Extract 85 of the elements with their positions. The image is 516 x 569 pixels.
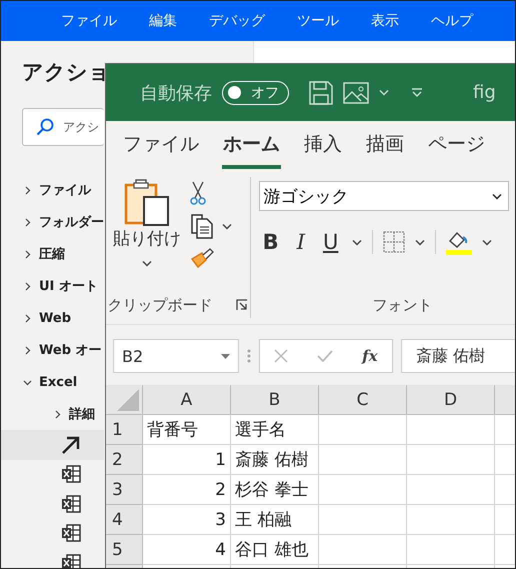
tree-item[interactable]: Web xyxy=(1,302,104,334)
save-icon[interactable] xyxy=(309,80,333,104)
table-cell: 斎藤 佑樹 xyxy=(231,445,319,475)
group-label: フォント xyxy=(372,296,432,314)
table-cell: 背番号 xyxy=(143,415,231,445)
dropdown-icon[interactable] xyxy=(221,354,230,358)
copy-icon[interactable] xyxy=(190,213,214,239)
column-header[interactable]: D xyxy=(407,385,495,415)
launcher-icon[interactable] xyxy=(236,299,248,311)
spreadsheet-icon xyxy=(61,465,81,484)
borders-icon[interactable] xyxy=(383,231,406,253)
tree-item[interactable]: 圧縮 xyxy=(1,238,104,270)
caret-icon[interactable] xyxy=(352,238,362,246)
menu-item[interactable]: デバッグ xyxy=(197,12,277,30)
paste-button[interactable]: 貼り付け xyxy=(106,177,184,292)
tree-item[interactable]: 詳細 xyxy=(1,398,104,430)
caret-icon[interactable] xyxy=(482,238,492,246)
table-cell: 1 xyxy=(143,445,231,475)
caret-icon[interactable] xyxy=(222,222,232,230)
group-label: クリップボード xyxy=(107,296,212,314)
row-header[interactable]: 3 xyxy=(106,475,143,505)
caret-icon[interactable] xyxy=(415,238,426,246)
spreadsheet-icon xyxy=(61,524,81,542)
check-icon[interactable] xyxy=(317,350,334,362)
ribbon-tab[interactable]: ファイル xyxy=(122,131,200,169)
table-cell: 4 xyxy=(143,535,231,565)
bold-button[interactable]: B xyxy=(258,230,283,254)
menu-item[interactable]: ツール xyxy=(285,12,351,30)
table-cell: 選手名 xyxy=(231,415,319,445)
column-header[interactable]: C xyxy=(319,385,407,415)
chevron-icon[interactable] xyxy=(23,218,32,226)
grip-icon xyxy=(247,349,251,363)
chevron-icon[interactable] xyxy=(23,346,32,354)
font-field[interactable]: 游ゴシック xyxy=(258,181,509,211)
ribbon-tab[interactable]: 挿入 xyxy=(303,131,343,169)
image-icon[interactable] xyxy=(343,82,369,104)
column-header[interactable]: A xyxy=(143,385,231,415)
insert-function-button[interactable]: fx xyxy=(362,347,378,365)
caret-icon[interactable] xyxy=(492,192,502,200)
action-item[interactable] xyxy=(1,430,104,460)
underline-button[interactable]: U xyxy=(318,230,342,254)
menu-item[interactable]: ヘルプ xyxy=(419,12,485,30)
row-header[interactable]: 4 xyxy=(106,505,143,535)
table-cell: 杉谷 拳士 xyxy=(231,475,319,505)
search-field[interactable]: アクシ xyxy=(22,108,104,146)
chevron-icon[interactable] xyxy=(23,186,32,194)
chevron-icon[interactable] xyxy=(23,282,32,290)
autosave-toggle[interactable]: オフ xyxy=(222,80,289,104)
ribbon-tab[interactable]: ページ xyxy=(427,131,486,169)
chevron-icon[interactable] xyxy=(23,314,32,322)
row-header[interactable]: 2 xyxy=(106,445,143,475)
tree-item[interactable]: Web オー xyxy=(1,334,104,366)
scissors-icon[interactable] xyxy=(190,181,206,205)
search-icon xyxy=(36,118,54,136)
autosave-label: 自動保存 xyxy=(140,82,212,104)
menu-item[interactable]: ファイル xyxy=(49,12,129,30)
table-cell: 2 xyxy=(143,475,231,505)
chevron-icon[interactable] xyxy=(53,410,62,418)
name-box[interactable]: B2 xyxy=(113,339,239,373)
arrow-icon xyxy=(61,434,81,455)
file-name: fig xyxy=(473,82,496,103)
ribbon-tab[interactable]: 描画 xyxy=(365,131,405,169)
caret-icon[interactable] xyxy=(142,260,152,267)
tree-item[interactable]: フォルダー xyxy=(1,206,104,238)
spreadsheet-icon xyxy=(61,494,81,513)
row-header[interactable]: 1 xyxy=(106,415,143,445)
row-header[interactable]: 5 xyxy=(106,535,143,565)
formula-field[interactable]: 斎藤 佑樹 xyxy=(401,339,515,373)
italic-button[interactable]: I xyxy=(292,230,309,254)
table-cell: 王 柏融 xyxy=(231,505,319,535)
chevron-icon[interactable] xyxy=(23,378,32,386)
customize-icon[interactable] xyxy=(411,88,423,98)
menu-item[interactable]: 編集 xyxy=(137,12,189,30)
tree-item[interactable]: UI オート xyxy=(1,270,104,302)
table-cell: 3 xyxy=(143,505,231,535)
tree-item[interactable]: Excel xyxy=(1,366,104,398)
format-painter-icon[interactable] xyxy=(190,247,214,269)
pane-title: アクショ xyxy=(22,59,111,86)
chevron-icon[interactable] xyxy=(23,250,32,258)
table-cell: 谷口 雄也 xyxy=(231,535,319,565)
menu-item[interactable]: 表示 xyxy=(359,12,411,30)
tree-item[interactable]: ファイル xyxy=(1,174,104,206)
clipboard-icon xyxy=(124,177,170,227)
fill-color-icon[interactable] xyxy=(446,229,472,255)
column-header[interactable]: B xyxy=(231,385,319,415)
